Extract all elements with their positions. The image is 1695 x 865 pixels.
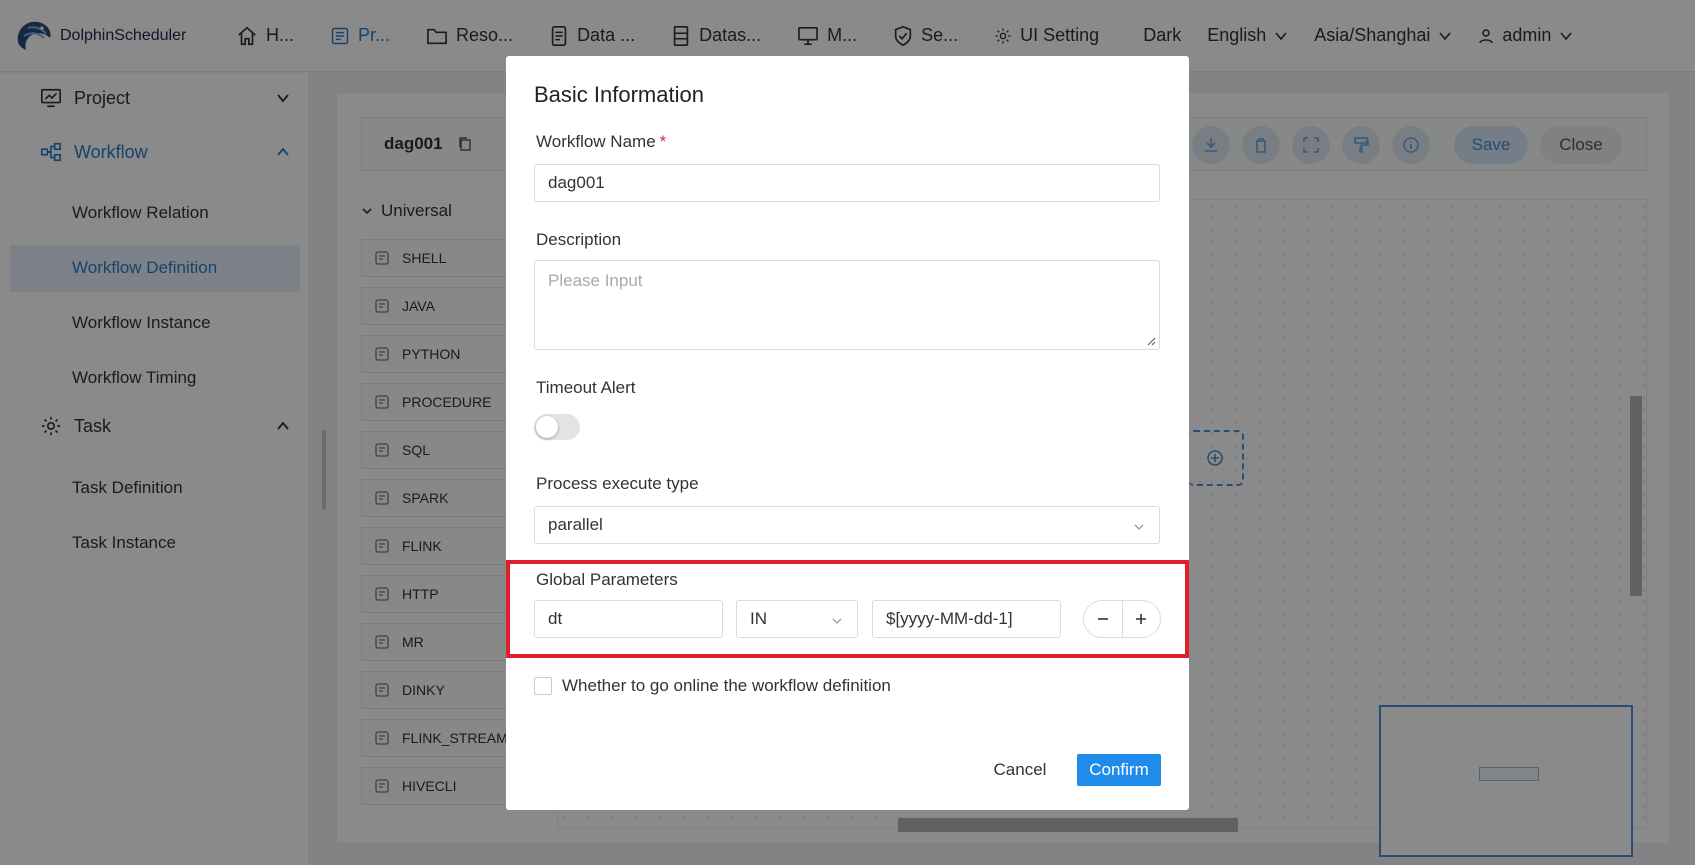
workflow-name-input[interactable]: dag001 xyxy=(534,164,1160,202)
workflow-name-value: dag001 xyxy=(548,173,605,192)
cancel-button[interactable]: Cancel xyxy=(986,754,1054,786)
global-param-value-text: $[yyyy-MM-dd-1] xyxy=(886,609,1013,628)
global-param-direction-value: IN xyxy=(750,609,767,628)
exec-type-value: parallel xyxy=(548,515,603,534)
global-param-key-input[interactable]: dt xyxy=(534,600,723,638)
global-param-direction-select[interactable]: IN xyxy=(736,600,858,638)
timeout-alert-toggle[interactable] xyxy=(534,414,580,440)
chevron-down-icon xyxy=(832,618,842,624)
minus-icon xyxy=(1097,618,1108,620)
plus-icon xyxy=(1136,614,1147,624)
required-mark: * xyxy=(659,132,667,151)
dialog-title: Basic Information xyxy=(534,82,704,107)
remove-param-button[interactable] xyxy=(1084,601,1122,637)
global-param-value-input[interactable]: $[yyyy-MM-dd-1] xyxy=(872,600,1061,638)
workflow-name-label: Workflow Name * xyxy=(536,132,666,152)
online-checkbox-row[interactable]: Whether to go online the workflow defini… xyxy=(534,676,891,696)
chevron-down-icon xyxy=(1134,524,1144,530)
global-param-key-value: dt xyxy=(548,609,563,628)
online-checkbox[interactable] xyxy=(534,677,552,695)
global-param-stepper xyxy=(1083,600,1161,638)
exec-type-select[interactable]: parallel xyxy=(534,506,1160,544)
timeout-alert-label: Timeout Alert xyxy=(536,378,636,397)
confirm-button[interactable]: Confirm xyxy=(1077,754,1161,786)
basic-information-dialog: Basic Information Workflow Name * dag001 … xyxy=(506,56,1189,810)
toggle-knob xyxy=(536,416,558,438)
resize-handle-icon[interactable] xyxy=(1146,336,1156,346)
global-parameters-label: Global Parameters xyxy=(536,570,678,589)
workflow-name-label-text: Workflow Name xyxy=(536,132,656,151)
description-textarea[interactable]: Please Input xyxy=(534,260,1160,350)
description-label: Description xyxy=(536,230,622,249)
online-checkbox-label: Whether to go online the workflow defini… xyxy=(562,676,891,695)
exec-type-label: Process execute type xyxy=(536,474,699,493)
add-param-button[interactable] xyxy=(1121,601,1160,637)
description-placeholder: Please Input xyxy=(548,271,643,290)
